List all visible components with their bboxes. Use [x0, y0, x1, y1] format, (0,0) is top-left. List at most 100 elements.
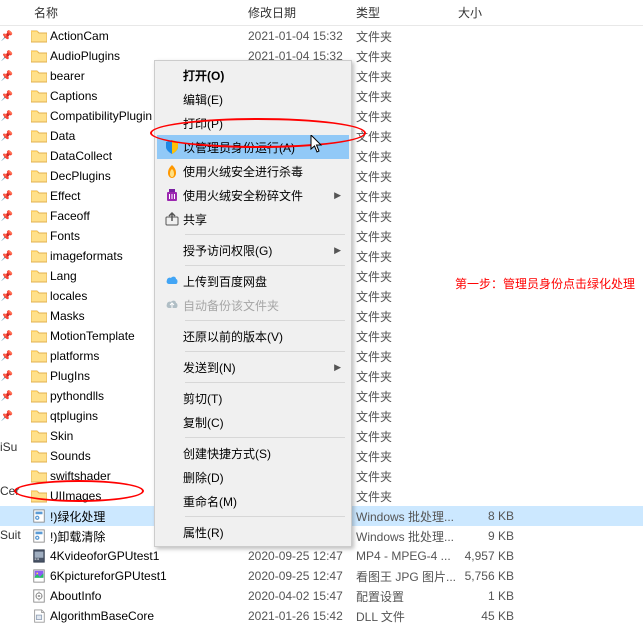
menu-item[interactable]: 剪切(T) — [157, 386, 349, 410]
folder-icon — [30, 448, 48, 464]
folder-icon — [30, 368, 48, 384]
menu-separator — [185, 437, 345, 438]
file-type: 文件夹 — [356, 288, 458, 305]
menu-label: 属性(R) — [183, 524, 341, 541]
column-header-row: 名称 修改日期 类型 大小 — [0, 0, 643, 26]
menu-item[interactable]: 使用火绒安全进行杀毒 — [157, 159, 349, 183]
menu-item[interactable]: 打印(P) — [157, 111, 349, 135]
pin-icon: 📌 — [0, 231, 14, 242]
side-labels: iSu Cer Suit — [0, 436, 21, 546]
pin-icon: 📌 — [0, 111, 14, 122]
pin-icon: 📌 — [0, 331, 14, 342]
menu-label: 使用火绒安全粉碎文件 — [183, 187, 334, 204]
folder-icon — [30, 468, 48, 484]
huorong2-icon — [161, 187, 183, 203]
menu-label: 复制(C) — [183, 414, 341, 431]
file-type: 文件夹 — [356, 228, 458, 245]
folder-icon — [30, 488, 48, 504]
folder-icon — [30, 208, 48, 224]
menu-label: 授予访问权限(G) — [183, 242, 334, 259]
menu-item[interactable]: 创建快捷方式(S) — [157, 441, 349, 465]
file-row[interactable]: AlgorithmBaseCore2021-01-26 15:42DLL 文件4… — [0, 606, 643, 626]
menu-label: 创建快捷方式(S) — [183, 445, 341, 462]
file-type: 文件夹 — [356, 468, 458, 485]
col-size-header[interactable]: 大小 — [458, 4, 643, 21]
file-size: 4,957 KB — [458, 549, 518, 563]
pin-icon: 📌 — [0, 51, 14, 62]
pin-icon: 📌 — [0, 311, 14, 322]
file-name: 4KvideoforGPUtest1 — [48, 549, 248, 563]
menu-item[interactable]: 复制(C) — [157, 410, 349, 434]
col-name-header[interactable]: 名称 — [30, 4, 248, 21]
menu-item[interactable]: 发送到(N)▶ — [157, 355, 349, 379]
col-date-header[interactable]: 修改日期 — [248, 4, 356, 21]
cloud-icon — [161, 273, 183, 289]
folder-icon — [30, 88, 48, 104]
menu-item[interactable]: 删除(D) — [157, 465, 349, 489]
file-type: 文件夹 — [356, 128, 458, 145]
menu-item[interactable]: 编辑(E) — [157, 87, 349, 111]
file-type: 文件夹 — [356, 48, 458, 65]
menu-separator — [185, 265, 345, 266]
file-row[interactable]: 6KpictureforGPUtest12020-09-25 12:47看图王 … — [0, 566, 643, 586]
folder-icon — [30, 108, 48, 124]
file-date: 2021-01-04 15:32 — [248, 29, 356, 43]
menu-label: 编辑(E) — [183, 91, 341, 108]
menu-separator — [185, 516, 345, 517]
pin-icon: 📌 — [0, 211, 14, 222]
menu-label: 打印(P) — [183, 115, 341, 132]
menu-item[interactable]: 还原以前的版本(V) — [157, 324, 349, 348]
folder-icon — [30, 308, 48, 324]
file-type: 文件夹 — [356, 348, 458, 365]
menu-separator — [185, 320, 345, 321]
file-type: 文件夹 — [356, 148, 458, 165]
menu-item[interactable]: 打开(O) — [157, 63, 349, 87]
pin-icon: 📌 — [0, 31, 14, 42]
menu-item[interactable]: 上传到百度网盘 — [157, 269, 349, 293]
file-type: 看图王 JPG 图片... — [356, 568, 458, 585]
file-type: 文件夹 — [356, 308, 458, 325]
menu-label: 自动备份该文件夹 — [183, 297, 341, 314]
folder-icon — [30, 388, 48, 404]
file-type: 文件夹 — [356, 168, 458, 185]
file-type: 文件夹 — [356, 388, 458, 405]
pin-icon: 📌 — [0, 171, 14, 182]
share-icon — [161, 211, 183, 227]
submenu-arrow-icon: ▶ — [334, 362, 341, 373]
file-type: 文件夹 — [356, 68, 458, 85]
file-name: ActionCam — [48, 29, 248, 43]
folder-icon — [30, 168, 48, 184]
menu-item[interactable]: 共享 — [157, 207, 349, 231]
mouse-cursor — [310, 135, 324, 156]
col-type-header[interactable]: 类型 — [356, 4, 458, 21]
mp4-icon — [30, 548, 48, 564]
file-type: DLL 文件 — [356, 608, 458, 625]
file-date: 2020-09-25 12:47 — [248, 549, 356, 563]
file-name: AboutInfo — [48, 589, 248, 603]
file-type: 文件夹 — [356, 488, 458, 505]
pin-icon: 📌 — [0, 151, 14, 162]
bat-icon — [30, 508, 48, 524]
menu-item[interactable]: 授予访问权限(G)▶ — [157, 238, 349, 262]
menu-item: 自动备份该文件夹 — [157, 293, 349, 317]
submenu-arrow-icon: ▶ — [334, 190, 341, 201]
folder-icon — [30, 148, 48, 164]
pin-icon: 📌 — [0, 71, 14, 82]
file-name: 6KpictureforGPUtest1 — [48, 569, 248, 583]
menu-item[interactable]: 使用火绒安全粉碎文件▶ — [157, 183, 349, 207]
folder-icon — [30, 68, 48, 84]
menu-label: 发送到(N) — [183, 359, 334, 376]
file-row[interactable]: AboutInfo2020-04-02 15:47配置设置1 KB — [0, 586, 643, 606]
pin-icon: 📌 — [0, 291, 14, 302]
file-row[interactable]: 📌ActionCam2021-01-04 15:32文件夹 — [0, 26, 643, 46]
menu-item[interactable]: 重命名(M) — [157, 489, 349, 513]
file-row[interactable]: 4KvideoforGPUtest12020-09-25 12:47MP4 - … — [0, 546, 643, 566]
menu-item[interactable]: 属性(R) — [157, 520, 349, 544]
file-size: 9 KB — [458, 529, 518, 543]
file-type: 文件夹 — [356, 188, 458, 205]
file-type: 文件夹 — [356, 328, 458, 345]
annotation-text: 第一步：管理员身份点击绿化处理 — [455, 275, 635, 292]
file-size: 1 KB — [458, 589, 518, 603]
menu-label: 剪切(T) — [183, 390, 341, 407]
file-type: 文件夹 — [356, 88, 458, 105]
